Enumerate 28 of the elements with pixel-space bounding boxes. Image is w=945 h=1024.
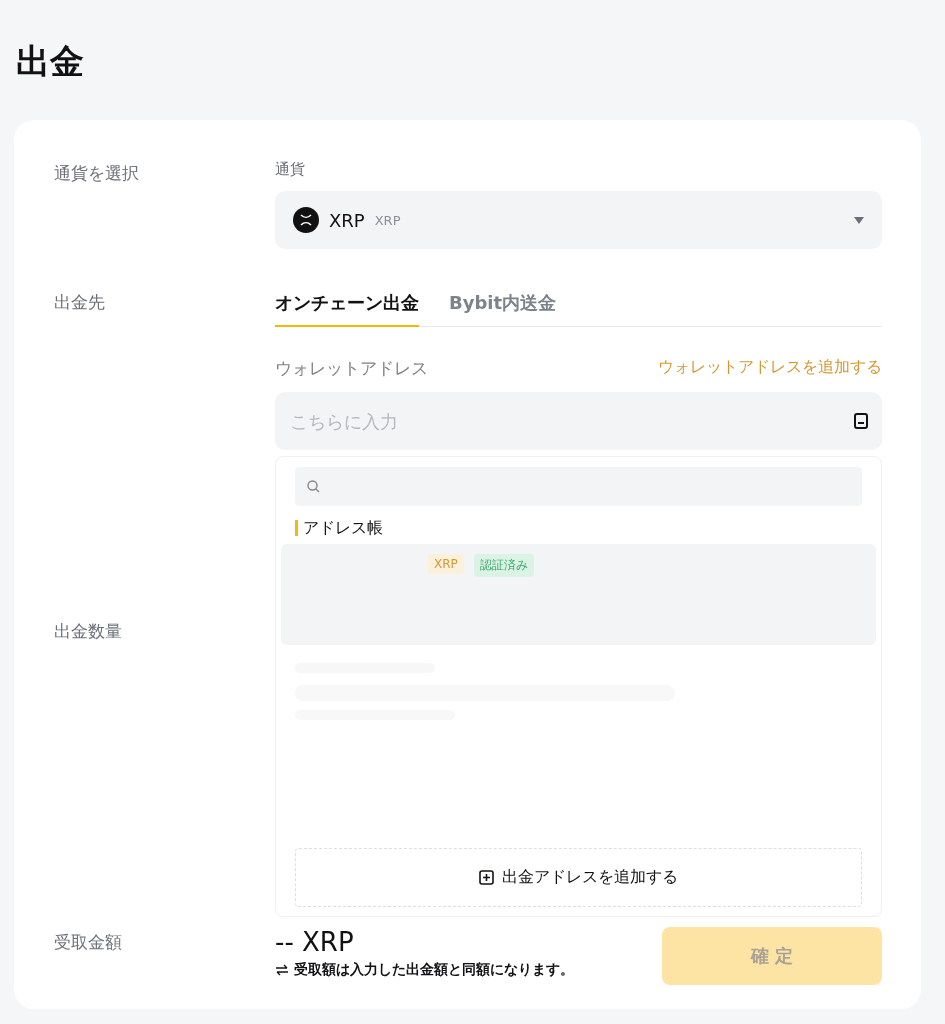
plus-square-icon bbox=[479, 870, 494, 885]
tab[interactable]: Bybit内送金 bbox=[449, 291, 557, 327]
currency-select[interactable]: XRP XRP bbox=[275, 191, 882, 249]
address-entry[interactable]: XRP 認証済み bbox=[281, 544, 876, 645]
search-field[interactable] bbox=[295, 467, 862, 506]
receive-amount: -- XRP bbox=[275, 927, 355, 957]
currency-name: XRP bbox=[374, 212, 402, 228]
address-book-icon bbox=[854, 413, 868, 429]
add-address-button[interactable]: 出金アドレスを追加する bbox=[295, 848, 862, 907]
swap-icon bbox=[275, 964, 289, 976]
tag: XRP bbox=[428, 554, 464, 574]
section-title: アドレス帳 bbox=[295, 520, 383, 536]
section-label: 通貨を選択 bbox=[54, 162, 140, 185]
add-wallet-link[interactable]: ウォレットアドレスを追加する bbox=[658, 357, 882, 380]
caret-icon bbox=[854, 216, 864, 224]
field-label: 通貨 bbox=[275, 160, 306, 179]
receive-note: 受取額は入力した出金額と同額になります。 bbox=[294, 961, 574, 979]
section-label: 出金数量 bbox=[54, 620, 123, 643]
section-label: 出金先 bbox=[54, 291, 106, 314]
coin-icon bbox=[293, 207, 319, 233]
tag: 認証済み bbox=[473, 554, 534, 577]
search-icon bbox=[307, 480, 320, 493]
tab[interactable]: オンチェーン出金 bbox=[275, 291, 419, 327]
currency-symbol: XRP bbox=[329, 209, 365, 231]
section-label: 受取金額 bbox=[54, 931, 123, 954]
field-label: ウォレットアドレス bbox=[275, 357, 428, 380]
page-title: 出金 bbox=[16, 40, 85, 83]
address-input[interactable]: こちらに入力 bbox=[275, 392, 882, 450]
